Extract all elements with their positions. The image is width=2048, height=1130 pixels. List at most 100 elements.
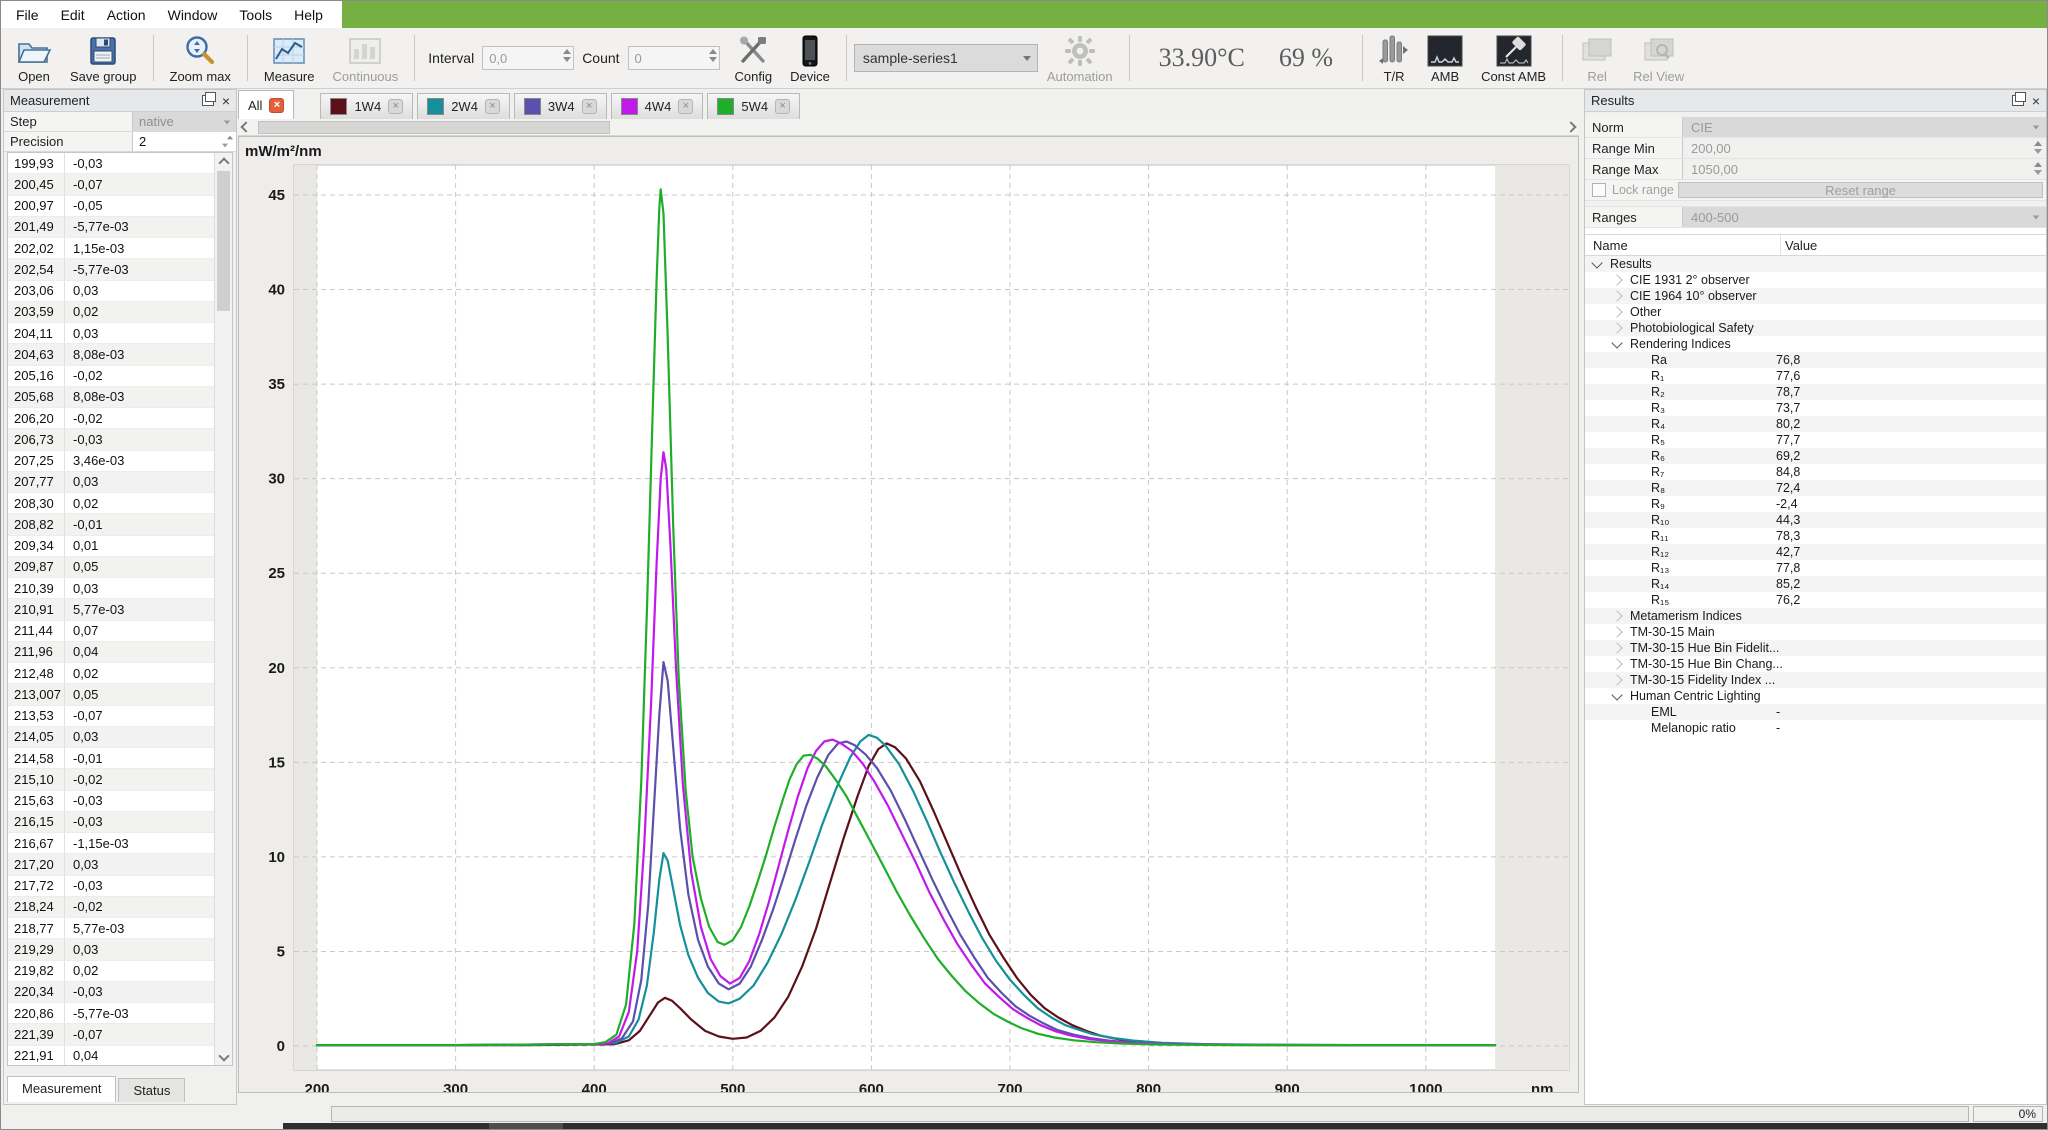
measurement-row[interactable]: 204,110,03: [8, 323, 232, 344]
tree-row[interactable]: R₂78,7: [1585, 384, 2046, 400]
measurement-row[interactable]: 202,54-5,77e-03: [8, 259, 232, 280]
measurement-row[interactable]: 217,72-0,03: [8, 876, 232, 897]
menu-file[interactable]: File: [5, 3, 50, 27]
close-tab-icon[interactable]: ×: [388, 99, 403, 114]
measurement-row[interactable]: 200,45-0,07: [8, 174, 232, 195]
expand-icon[interactable]: [1611, 642, 1622, 653]
measurement-row[interactable]: 214,050,03: [8, 727, 232, 748]
expand-icon[interactable]: [1611, 626, 1622, 637]
measurement-row[interactable]: 212,480,02: [8, 663, 232, 684]
measurement-row[interactable]: 213,0070,05: [8, 684, 232, 705]
range-min-input[interactable]: 200,00: [1682, 138, 2046, 158]
measurement-row[interactable]: 204,638,08e-03: [8, 344, 232, 365]
scroll-left-icon[interactable]: [238, 123, 254, 131]
measurement-row[interactable]: 208,82-0,01: [8, 514, 232, 535]
float-panel-icon[interactable]: [2012, 95, 2024, 106]
tree-row[interactable]: R₁₁78,3: [1585, 528, 2046, 544]
measurement-row[interactable]: 218,775,77e-03: [8, 918, 232, 939]
measure-button[interactable]: Measure: [255, 30, 324, 86]
scrollbar-thumb[interactable]: [258, 121, 610, 134]
measurement-row[interactable]: 205,688,08e-03: [8, 387, 232, 408]
series-select[interactable]: sample-series1: [854, 44, 1038, 72]
close-tab-icon[interactable]: ×: [582, 99, 597, 114]
measurement-row[interactable]: 211,440,07: [8, 621, 232, 642]
tab-status[interactable]: Status: [118, 1078, 185, 1102]
lock-range-checkbox[interactable]: [1592, 183, 1606, 197]
measurement-row[interactable]: 215,10-0,02: [8, 769, 232, 790]
tab-all[interactable]: All×: [238, 90, 294, 119]
tab-series-3w4[interactable]: 3W4×: [514, 93, 607, 119]
measurement-row[interactable]: 210,390,03: [8, 578, 232, 599]
measurement-row[interactable]: 220,34-0,03: [8, 982, 232, 1003]
float-panel-icon[interactable]: [202, 95, 214, 106]
tree-row[interactable]: Results: [1585, 256, 2046, 272]
collapse-icon[interactable]: [1591, 257, 1602, 268]
tree-row[interactable]: TM-30-15 Fidelity Index ...: [1585, 672, 2046, 688]
open-button[interactable]: Open: [7, 30, 61, 86]
expand-icon[interactable]: [1611, 322, 1622, 333]
tree-row[interactable]: R₁₅76,2: [1585, 592, 2046, 608]
tree-row[interactable]: Rendering Indices: [1585, 336, 2046, 352]
measurement-table-scrollbar[interactable]: [214, 153, 232, 1065]
tab-series-1w4[interactable]: 1W4×: [320, 93, 413, 119]
value-column-header[interactable]: Value: [1781, 235, 2046, 255]
continuous-button[interactable]: Continuous: [323, 30, 407, 86]
close-panel-icon[interactable]: ×: [222, 96, 230, 106]
measurement-row[interactable]: 209,870,05: [8, 557, 232, 578]
tree-row[interactable]: Ra76,8: [1585, 352, 2046, 368]
tab-series-5w4[interactable]: 5W4×: [707, 93, 800, 119]
tree-row[interactable]: TM-30-15 Hue Bin Chang...: [1585, 656, 2046, 672]
scroll-up-icon[interactable]: [215, 153, 232, 169]
menu-help[interactable]: Help: [283, 3, 334, 27]
interval-input[interactable]: 0,0: [482, 46, 574, 70]
save-group-button[interactable]: Save group: [61, 30, 146, 86]
amb-button[interactable]: AMB: [1418, 30, 1472, 86]
tree-row[interactable]: CIE 1964 10° observer: [1585, 288, 2046, 304]
measurement-row[interactable]: 206,73-0,03: [8, 429, 232, 450]
measurement-row[interactable]: 216,67-1,15e-03: [8, 833, 232, 854]
measurement-row[interactable]: 221,910,04: [8, 1046, 232, 1067]
measurement-row[interactable]: 210,915,77e-03: [8, 599, 232, 620]
tree-row[interactable]: Human Centric Lighting: [1585, 688, 2046, 704]
ranges-select[interactable]: 400-500: [1682, 207, 2046, 227]
scrollbar-thumb[interactable]: [217, 171, 230, 311]
menu-action[interactable]: Action: [96, 3, 157, 27]
range-max-input[interactable]: 1050,00: [1682, 159, 2046, 179]
automation-button[interactable]: Automation: [1038, 30, 1122, 86]
menu-tools[interactable]: Tools: [228, 3, 283, 27]
range-min-spinner[interactable]: [2034, 141, 2042, 154]
count-input[interactable]: 0: [628, 46, 720, 70]
measurement-row[interactable]: 201,49-5,77e-03: [8, 217, 232, 238]
tree-row[interactable]: R₉-2,4: [1585, 496, 2046, 512]
measurement-row[interactable]: 203,060,03: [8, 281, 232, 302]
close-tab-icon[interactable]: ×: [775, 99, 790, 114]
tree-row[interactable]: R₁77,6: [1585, 368, 2046, 384]
measurement-row[interactable]: 208,300,02: [8, 493, 232, 514]
tree-row[interactable]: R₆69,2: [1585, 448, 2046, 464]
measurement-row[interactable]: 213,53-0,07: [8, 706, 232, 727]
collapse-icon[interactable]: [1611, 689, 1622, 700]
tree-row[interactable]: TM-30-15 Main: [1585, 624, 2046, 640]
measurement-row[interactable]: 207,253,46e-03: [8, 451, 232, 472]
tree-row[interactable]: Melanopic ratio-: [1585, 720, 2046, 736]
tree-row[interactable]: R₁₂42,7: [1585, 544, 2046, 560]
tree-row[interactable]: Metamerism Indices: [1585, 608, 2046, 624]
tree-row[interactable]: R₁₄85,2: [1585, 576, 2046, 592]
precision-stepper[interactable]: 2: [132, 132, 236, 151]
tree-row[interactable]: R₇84,8: [1585, 464, 2046, 480]
tree-row[interactable]: R₅77,7: [1585, 432, 2046, 448]
close-panel-icon[interactable]: ×: [2032, 96, 2040, 106]
range-max-spinner[interactable]: [2034, 162, 2042, 175]
tree-row[interactable]: R₁₃77,8: [1585, 560, 2046, 576]
measurement-row[interactable]: 200,97-0,05: [8, 196, 232, 217]
scroll-down-icon[interactable]: [215, 1049, 232, 1065]
tree-row[interactable]: Other: [1585, 304, 2046, 320]
measurement-row[interactable]: 215,63-0,03: [8, 791, 232, 812]
const-amb-button[interactable]: Const AMB: [1472, 30, 1555, 86]
tree-row[interactable]: TM-30-15 Hue Bin Fidelit...: [1585, 640, 2046, 656]
tab-series-4w4[interactable]: 4W4×: [611, 93, 704, 119]
measurement-row[interactable]: 219,820,02: [8, 961, 232, 982]
close-tab-icon[interactable]: ×: [485, 99, 500, 114]
name-column-header[interactable]: Name: [1585, 235, 1781, 255]
rel-view-button[interactable]: Rel View: [1624, 30, 1693, 86]
